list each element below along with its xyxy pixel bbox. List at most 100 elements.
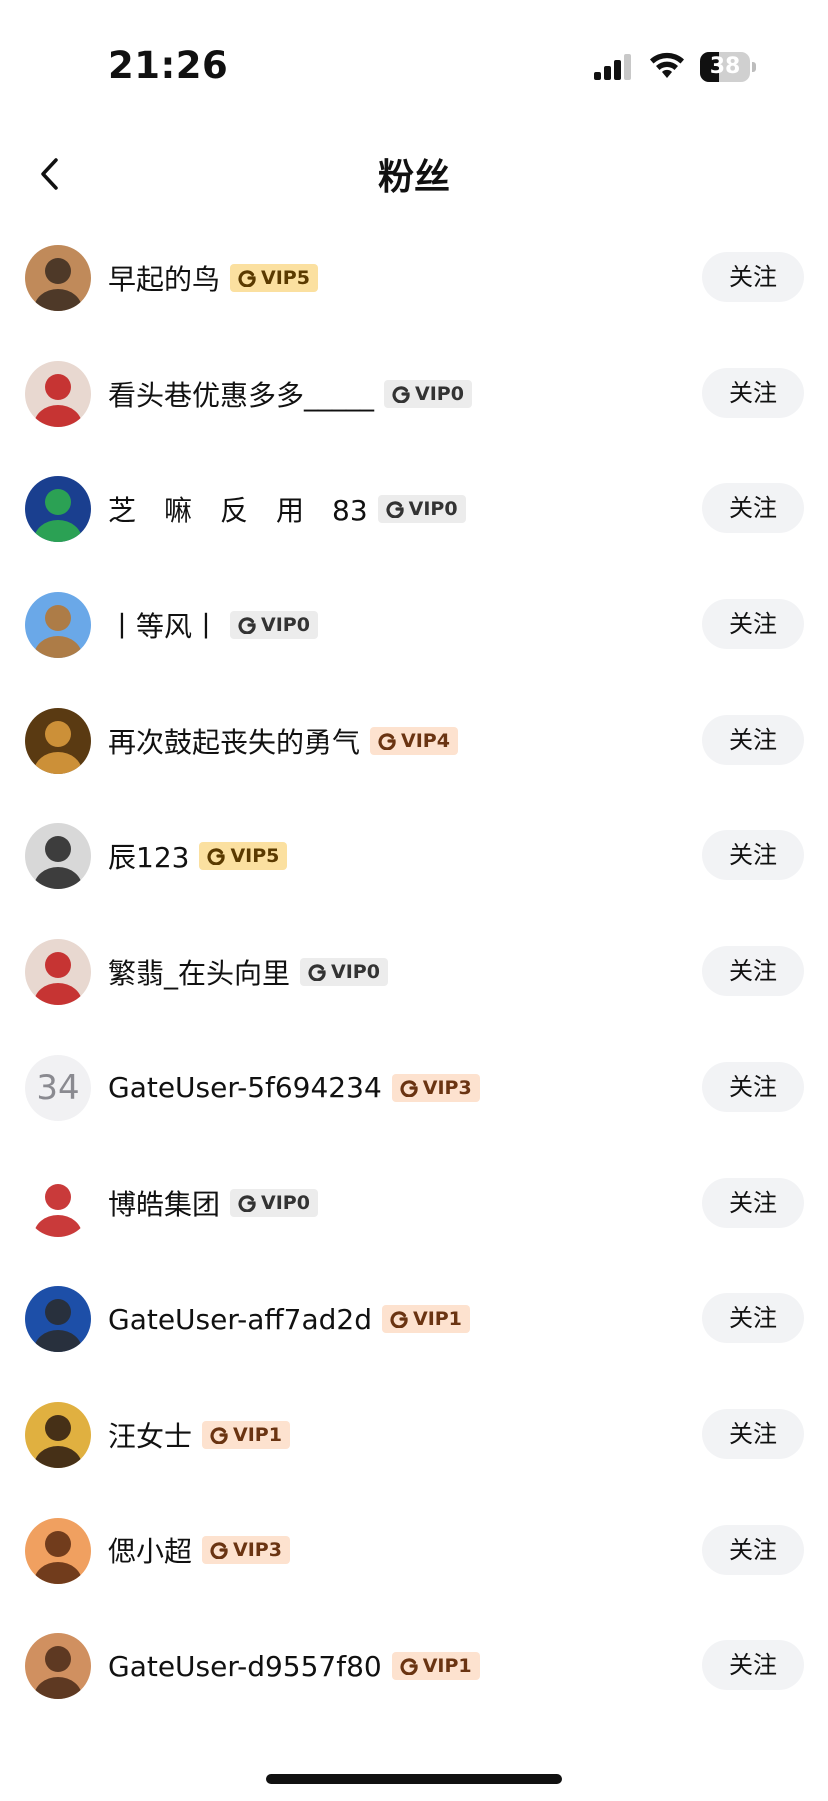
follower-row[interactable]: 芝 嘛 反 用 83 VIP0 关注 — [0, 451, 828, 567]
follower-row[interactable]: 辰123 VIP5 关注 — [0, 798, 828, 914]
vip-logo-icon — [386, 501, 404, 519]
follower-row[interactable]: GateUser-d9557f80 VIP1 关注 — [0, 1608, 828, 1724]
user-info[interactable]: 汪女士 VIP1 — [108, 1377, 290, 1493]
home-indicator[interactable] — [266, 1774, 562, 1784]
user-name: 汪女士 — [108, 1419, 193, 1453]
avatar[interactable] — [25, 1633, 91, 1700]
user-info[interactable]: 早起的鸟 VIP5 — [108, 220, 318, 336]
user-name: 再次鼓起丧失的勇气 — [108, 725, 361, 759]
user-info[interactable]: 博皓集团 VIP0 — [108, 1146, 318, 1262]
vip-logo-icon — [238, 270, 256, 287]
follow-button[interactable]: 关注 — [702, 714, 804, 765]
vip-logo-icon — [210, 1427, 228, 1444]
user-info[interactable]: 丨等风丨 VIP0 — [108, 567, 318, 683]
follow-button[interactable]: 关注 — [702, 367, 804, 418]
vip-badge: VIP3 — [391, 1073, 480, 1102]
follow-button[interactable]: 关注 — [702, 599, 804, 650]
user-name: 辰123 — [108, 841, 190, 875]
status-time: 21:26 — [108, 44, 229, 87]
avatar[interactable] — [25, 707, 91, 774]
avatar[interactable] — [25, 823, 91, 890]
vip-level-label: VIP0 — [261, 1192, 310, 1215]
follower-row[interactable]: 博皓集团 VIP0 关注 — [0, 1146, 828, 1262]
follow-button[interactable]: 关注 — [702, 1524, 804, 1575]
user-info[interactable]: 偲小超 VIP3 — [108, 1493, 290, 1609]
vip-level-label: VIP3 — [422, 1076, 472, 1099]
user-name: 看头巷优惠多多_____ — [108, 378, 375, 412]
vip-badge: VIP1 — [381, 1305, 470, 1334]
vip-logo-icon — [378, 732, 396, 750]
vip-level-label: VIP0 — [408, 498, 458, 521]
follow-button[interactable]: 关注 — [702, 252, 804, 302]
follow-button[interactable]: 关注 — [702, 946, 804, 997]
follower-row[interactable]: 偲小超 VIP3 关注 — [0, 1493, 828, 1609]
user-name: 丨等风丨 — [108, 609, 221, 643]
user-name: 繁翡_在头向里 — [108, 956, 291, 990]
vip-badge: VIP0 — [377, 495, 466, 524]
follower-row[interactable]: 34 GateUser-5f694234 VIP3 关注 — [0, 1030, 828, 1146]
vip-logo-icon — [392, 385, 410, 403]
avatar[interactable] — [25, 245, 91, 311]
user-name: GateUser-aff7ad2d — [108, 1302, 372, 1336]
follow-button[interactable]: 关注 — [702, 1640, 804, 1691]
avatar[interactable] — [25, 939, 91, 1006]
follow-button[interactable]: 关注 — [702, 1293, 804, 1344]
avatar[interactable] — [25, 592, 91, 659]
follower-row[interactable]: 看头巷优惠多多_____ VIP0 关注 — [0, 336, 828, 452]
battery-indicator: 38 — [700, 52, 756, 82]
vip-logo-icon — [207, 848, 226, 866]
avatar[interactable] — [25, 1401, 91, 1468]
user-info[interactable]: 再次鼓起丧失的勇气 VIP4 — [108, 683, 458, 799]
follower-row[interactable]: 早起的鸟 VIP5 关注 — [0, 220, 828, 336]
follow-button[interactable]: 关注 — [702, 830, 804, 881]
avatar[interactable] — [25, 476, 91, 543]
vip-level-label: VIP0 — [415, 382, 464, 405]
vip-badge: VIP5 — [230, 263, 318, 292]
status-bar: 21:26 38 — [0, 0, 828, 120]
vip-level-label: VIP5 — [261, 266, 310, 289]
follower-row[interactable]: 再次鼓起丧失的勇气 VIP4 关注 — [0, 683, 828, 799]
vip-logo-icon — [400, 1658, 418, 1676]
vip-level-label: VIP0 — [261, 613, 310, 636]
vip-logo-icon — [308, 964, 326, 981]
user-info[interactable]: GateUser-aff7ad2d VIP1 — [108, 1261, 470, 1377]
follower-row[interactable]: 汪女士 VIP1 关注 — [0, 1377, 828, 1493]
user-info[interactable]: GateUser-d9557f80 VIP1 — [108, 1608, 480, 1724]
follower-row[interactable]: GateUser-aff7ad2d VIP1 关注 — [0, 1261, 828, 1377]
vip-logo-icon — [400, 1079, 418, 1097]
avatar[interactable] — [25, 1286, 91, 1353]
follow-button[interactable]: 关注 — [702, 483, 804, 534]
vip-level-label: VIP0 — [331, 960, 380, 983]
avatar[interactable] — [25, 1170, 91, 1237]
user-info[interactable]: 辰123 VIP5 — [108, 798, 288, 914]
vip-level-label: VIP1 — [233, 1423, 282, 1446]
user-info[interactable]: 看头巷优惠多多_____ VIP0 — [108, 336, 472, 452]
vip-badge: VIP0 — [384, 379, 472, 408]
vip-logo-icon — [390, 1311, 408, 1329]
user-name: 偲小超 — [108, 1535, 193, 1569]
avatar[interactable] — [25, 1517, 91, 1584]
avatar[interactable] — [25, 360, 91, 427]
follow-button[interactable]: 关注 — [702, 1177, 804, 1228]
vip-logo-icon — [238, 617, 256, 634]
page-title: 粉丝 — [377, 157, 450, 198]
follower-row[interactable]: 丨等风丨 VIP0 关注 — [0, 567, 828, 683]
battery-tip — [752, 62, 756, 72]
follower-list: 早起的鸟 VIP5 关注 看头巷优惠多多_____ VIP0 关注芝 嘛 反 用 83 VI… — [0, 220, 828, 1724]
vip-level-label: VIP1 — [412, 1308, 462, 1331]
vip-level-label: VIP3 — [233, 1539, 282, 1562]
battery-percent: 38 — [709, 54, 741, 79]
user-info[interactable]: 繁翡_在头向里 VIP0 — [108, 914, 388, 1030]
follow-button[interactable]: 关注 — [702, 1061, 804, 1112]
user-name: GateUser-d9557f80 — [108, 1649, 382, 1683]
follower-row[interactable]: 繁翡_在头向里 VIP0 关注 — [0, 914, 828, 1030]
vip-badge: VIP1 — [391, 1652, 480, 1681]
user-info[interactable]: 芝 嘛 反 用 83 VIP0 — [108, 451, 466, 567]
avatar[interactable]: 34 — [25, 1054, 91, 1121]
user-name: 芝 嘛 反 用 83 — [108, 494, 368, 528]
user-name: 早起的鸟 — [108, 262, 221, 296]
vip-level-label: VIP4 — [401, 729, 450, 752]
nav-bar: 粉丝 — [0, 130, 828, 220]
user-info[interactable]: GateUser-5f694234 VIP3 — [108, 1030, 480, 1146]
follow-button[interactable]: 关注 — [702, 1408, 804, 1459]
